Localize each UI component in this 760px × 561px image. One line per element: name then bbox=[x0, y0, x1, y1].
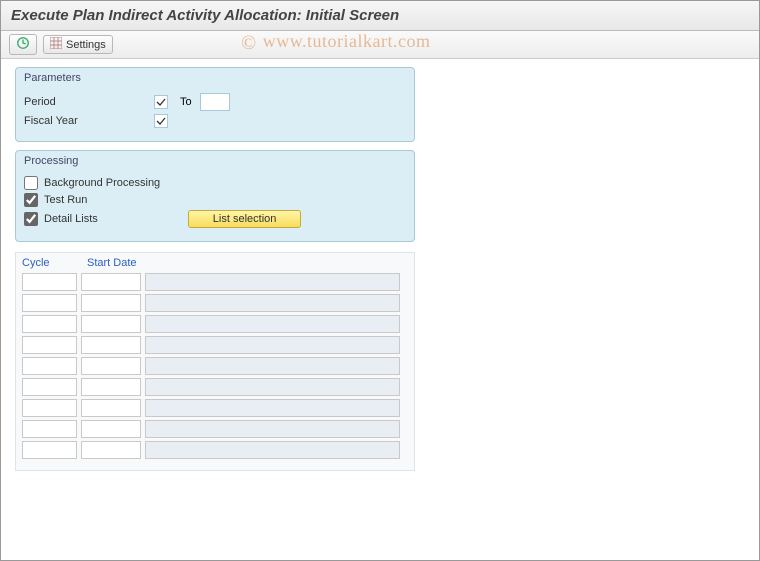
description-input[interactable] bbox=[145, 336, 400, 354]
cycle-table: Cycle Start Date bbox=[15, 252, 415, 471]
processing-group: Processing Background Processing Test Ru… bbox=[15, 150, 415, 242]
startdate-input[interactable] bbox=[81, 336, 141, 354]
parameters-group: Parameters Period To Fiscal Year bbox=[15, 67, 415, 142]
description-input[interactable] bbox=[145, 399, 400, 417]
description-input[interactable] bbox=[145, 357, 400, 375]
description-input[interactable] bbox=[145, 315, 400, 333]
clock-execute-icon bbox=[16, 36, 30, 53]
detail-checkbox[interactable] bbox=[24, 212, 38, 226]
period-from-input[interactable] bbox=[154, 95, 168, 109]
execute-button[interactable] bbox=[9, 34, 37, 55]
cycle-input[interactable] bbox=[22, 420, 77, 438]
startdate-input[interactable] bbox=[81, 399, 141, 417]
startdate-input[interactable] bbox=[81, 273, 141, 291]
table-row bbox=[22, 378, 408, 396]
description-input[interactable] bbox=[145, 441, 400, 459]
parameters-title: Parameters bbox=[24, 72, 406, 90]
cycle-header: Cycle bbox=[22, 257, 77, 269]
testrun-checkbox[interactable] bbox=[24, 193, 38, 207]
fiscal-year-label: Fiscal Year bbox=[24, 115, 154, 127]
settings-button[interactable]: Settings bbox=[43, 35, 113, 54]
period-label: Period bbox=[24, 96, 154, 108]
table-row bbox=[22, 336, 408, 354]
table-row bbox=[22, 420, 408, 438]
description-input[interactable] bbox=[145, 420, 400, 438]
startdate-input[interactable] bbox=[81, 441, 141, 459]
table-row bbox=[22, 441, 408, 459]
grid-settings-icon bbox=[50, 37, 62, 52]
startdate-input[interactable] bbox=[81, 420, 141, 438]
cycle-input[interactable] bbox=[22, 399, 77, 417]
startdate-input[interactable] bbox=[81, 315, 141, 333]
fiscal-year-input[interactable] bbox=[154, 114, 168, 128]
cycle-input[interactable] bbox=[22, 294, 77, 312]
background-label: Background Processing bbox=[44, 177, 160, 189]
list-selection-button[interactable]: List selection bbox=[188, 210, 302, 228]
to-label: To bbox=[180, 96, 192, 108]
detail-label: Detail Lists bbox=[44, 213, 98, 225]
startdate-input[interactable] bbox=[81, 357, 141, 375]
page-title: Execute Plan Indirect Activity Allocatio… bbox=[1, 1, 759, 31]
cycle-input[interactable] bbox=[22, 336, 77, 354]
startdate-input[interactable] bbox=[81, 294, 141, 312]
startdate-input[interactable] bbox=[81, 378, 141, 396]
processing-title: Processing bbox=[24, 155, 406, 173]
table-row bbox=[22, 399, 408, 417]
period-to-input[interactable] bbox=[200, 93, 230, 111]
table-row bbox=[22, 273, 408, 291]
description-input[interactable] bbox=[145, 294, 400, 312]
table-row bbox=[22, 315, 408, 333]
cycle-input[interactable] bbox=[22, 357, 77, 375]
table-row bbox=[22, 357, 408, 375]
cycle-input[interactable] bbox=[22, 378, 77, 396]
startdate-header: Start Date bbox=[87, 257, 147, 269]
cycle-input[interactable] bbox=[22, 441, 77, 459]
description-input[interactable] bbox=[145, 273, 400, 291]
description-input[interactable] bbox=[145, 378, 400, 396]
settings-label: Settings bbox=[66, 39, 106, 51]
toolbar: Settings bbox=[1, 31, 759, 59]
cycle-input[interactable] bbox=[22, 273, 77, 291]
testrun-label: Test Run bbox=[44, 194, 87, 206]
background-checkbox[interactable] bbox=[24, 176, 38, 190]
cycle-input[interactable] bbox=[22, 315, 77, 333]
table-row bbox=[22, 294, 408, 312]
